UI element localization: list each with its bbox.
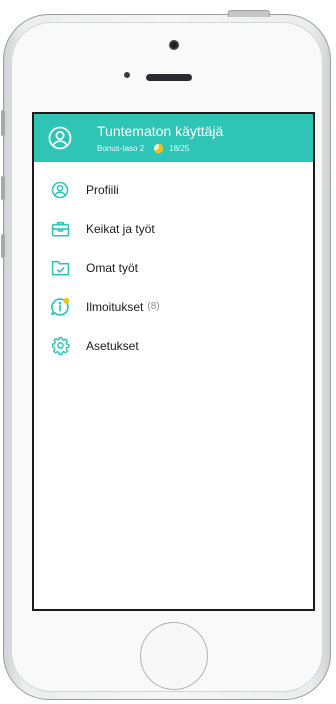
volume-up-button [1, 176, 5, 200]
app-screen: Tuntematon käyttäjä Bonus-taso 2 18/25 P… [32, 112, 315, 611]
menu-item-label: Omat työt [86, 260, 139, 275]
home-button[interactable] [140, 622, 208, 690]
menu-item-profiili[interactable]: Profiili [34, 170, 313, 209]
user-circle-icon [50, 180, 70, 200]
menu-item-ilmoitukset[interactable]: Ilmoitukset (8) [34, 287, 313, 326]
notification-count: (8) [147, 301, 160, 312]
power-button [228, 10, 270, 17]
bonus-progress-text: 18/25 [169, 143, 190, 153]
volume-down-button [1, 234, 5, 258]
user-name: Tuntematon käyttäjä [97, 122, 224, 139]
user-avatar-icon [48, 126, 72, 150]
folder-check-icon [50, 258, 70, 278]
menu-item-keikat[interactable]: Keikat ja työt [34, 209, 313, 248]
menu-item-omat-tyot[interactable]: Omat työt [34, 248, 313, 287]
earpiece-speaker [146, 74, 192, 81]
front-camera [169, 40, 179, 50]
side-menu: Profiili Keikat ja työt Omat työt Ilmoit… [34, 162, 313, 365]
bonus-level: Bonus-taso 2 [97, 143, 145, 153]
briefcase-icon [50, 219, 70, 239]
profile-header[interactable]: Tuntematon käyttäjä Bonus-taso 2 18/25 [34, 114, 313, 162]
proximity-sensor [124, 72, 130, 78]
menu-item-label: Keikat ja työt [86, 221, 155, 236]
menu-item-label: Ilmoitukset [86, 299, 144, 314]
mute-switch [1, 110, 5, 136]
menu-item-label: Profiili [86, 182, 119, 197]
gear-icon [50, 336, 70, 356]
info-bubble-icon [50, 297, 70, 317]
menu-item-label: Asetukset [86, 338, 139, 353]
menu-item-asetukset[interactable]: Asetukset [34, 326, 313, 365]
bonus-progress-icon [154, 143, 164, 153]
